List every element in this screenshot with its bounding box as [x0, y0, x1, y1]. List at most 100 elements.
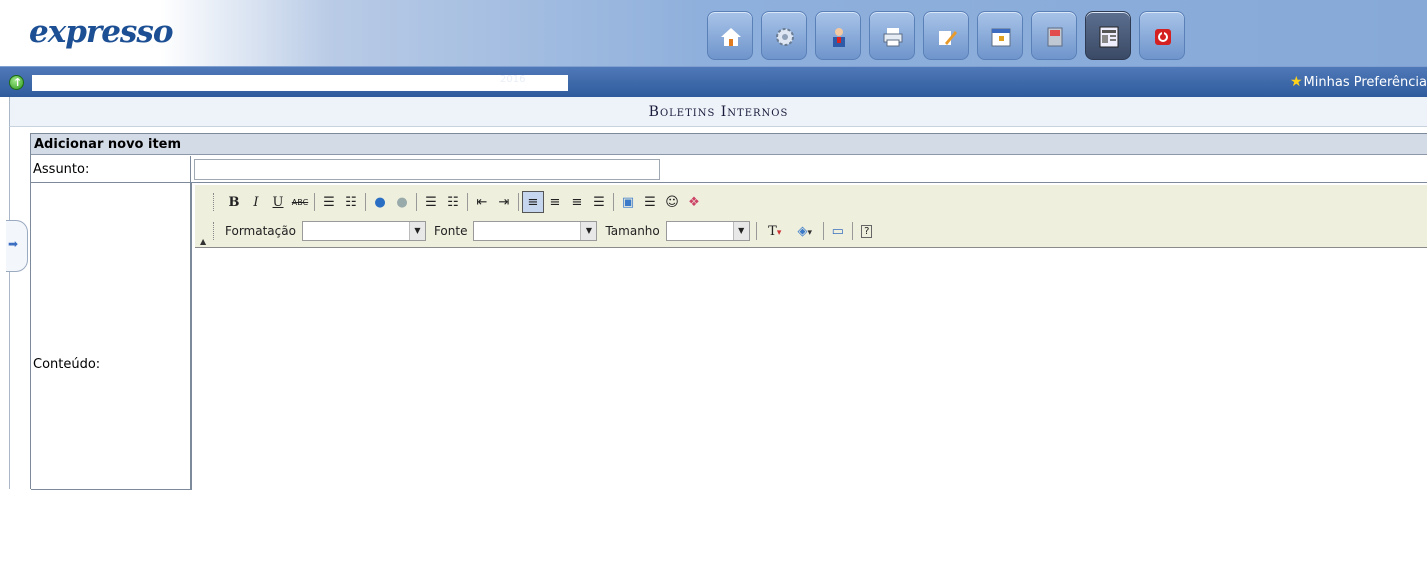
home-icon — [721, 28, 741, 46]
subject-cell — [191, 156, 1427, 183]
user-info-date: 2016 — [500, 74, 526, 85]
separator — [518, 193, 519, 211]
printer-icon — [883, 28, 903, 47]
calendar-icon — [991, 28, 1011, 47]
text-color-icon: T▾ — [768, 223, 782, 239]
collapse-toolbar-icon[interactable]: ▲ — [200, 237, 206, 246]
fill-color-icon: ◈▾ — [797, 223, 813, 239]
form-header-label: Adicionar novo item — [34, 137, 182, 152]
news-icon — [1099, 26, 1119, 48]
logout-button[interactable] — [1139, 11, 1185, 60]
content-label: Conteúdo: — [31, 183, 191, 490]
numbered-list-icon: ☰ — [323, 194, 335, 210]
preferences-label: Minhas Preferência — [1303, 75, 1427, 90]
size-label: Tamanho — [605, 224, 660, 238]
bullet-list-icon: ☷ — [345, 194, 357, 210]
bold-button[interactable]: B — [223, 191, 245, 213]
preferences-link[interactable]: ★Minhas Preferência — [1290, 74, 1427, 90]
justify-button[interactable]: ☰ — [588, 191, 610, 213]
align-center-button[interactable]: ≡ — [544, 191, 566, 213]
separator — [755, 222, 757, 240]
gear-icon — [776, 28, 794, 46]
insert-link-button[interactable]: ● — [369, 191, 391, 213]
numbered-list-button[interactable]: ☰ — [318, 191, 340, 213]
toolbar-grip[interactable] — [213, 193, 217, 211]
unlink-icon: ● — [396, 194, 408, 210]
separator — [416, 193, 417, 211]
edit-icon — [939, 31, 957, 45]
separator — [822, 222, 824, 240]
ordered-list-icon: ☰ — [425, 194, 437, 210]
unordered-list-button[interactable]: ☷ — [442, 191, 464, 213]
font-select[interactable]: ▼ — [473, 221, 598, 241]
print-button[interactable] — [869, 11, 915, 60]
emoticon-button[interactable]: ☺ — [661, 191, 683, 213]
insert-image-button[interactable]: ▣ — [617, 191, 639, 213]
text-color-button[interactable]: T▾ — [760, 220, 790, 242]
font-label: Fonte — [433, 224, 468, 238]
bullet-list-button[interactable]: ☷ — [340, 191, 362, 213]
outdent-icon: ⇤ — [476, 194, 488, 210]
image-icon: ▣ — [621, 194, 635, 210]
editor-content-area[interactable] — [195, 249, 1427, 490]
align-left-button[interactable]: ≡ — [522, 191, 544, 213]
help-icon: ? — [861, 224, 873, 238]
edit-button[interactable] — [923, 11, 969, 60]
logout-icon — [1155, 29, 1171, 45]
separator — [613, 193, 614, 211]
star-icon: ★ — [1289, 74, 1303, 90]
remove-link-button[interactable]: ● — [391, 191, 413, 213]
underline-button[interactable]: U — [267, 191, 289, 213]
justify-icon: ☰ — [593, 194, 605, 210]
horizontal-rule-button[interactable]: ☰ — [639, 191, 661, 213]
format-select[interactable]: ▼ — [301, 221, 426, 241]
book-icon — [1047, 27, 1063, 47]
size-select[interactable]: ▼ — [665, 221, 750, 241]
editor-toolbar-row-2: Formatação ▼ Fonte ▼ Tamanho ▼ T▾ ◈▾ ▭ ? — [213, 219, 878, 243]
form-header: Adicionar novo item — [31, 134, 1427, 155]
special-char-icon: ❖ — [688, 194, 700, 210]
source-button[interactable]: ▭ — [827, 220, 849, 242]
new-item-form: Adicionar novo item Assunto: Conteúdo: ▲… — [30, 133, 1427, 490]
strikethrough-button[interactable]: ABC — [289, 191, 311, 213]
news-button[interactable] — [1085, 11, 1131, 60]
calendar-button[interactable] — [977, 11, 1023, 60]
editor-toolbar-row-1: B I U ABC ☰ ☷ ● ● ☰ ☷ ⇤ ⇥ ≡ ≡ ≡ ☰ ▣ ☰ ☺ … — [213, 190, 705, 214]
home-button[interactable] — [707, 11, 753, 60]
subject-input[interactable] — [194, 159, 660, 180]
app-header: expresso — [0, 0, 1427, 66]
separator — [851, 222, 853, 240]
expand-panel-tab[interactable]: ➡ — [6, 220, 28, 272]
user-bar: ↑ 2016 ★Minhas Preferência — [0, 66, 1427, 97]
chevron-down-icon: ▼ — [732, 222, 749, 240]
arrow-up-icon[interactable]: ↑ — [9, 75, 24, 90]
align-left-icon: ≡ — [527, 194, 539, 210]
align-center-icon: ≡ — [549, 194, 561, 210]
special-char-button[interactable]: ❖ — [683, 191, 705, 213]
ordered-list-button[interactable]: ☰ — [420, 191, 442, 213]
separator — [467, 193, 468, 211]
help-button[interactable]: ? — [856, 220, 878, 242]
book-button[interactable] — [1031, 11, 1077, 60]
italic-button[interactable]: I — [245, 191, 267, 213]
subject-label: Assunto: — [31, 156, 191, 183]
page-title: Boletins Internos — [648, 104, 789, 120]
arrow-right-icon: ➡ — [8, 237, 19, 251]
separator — [314, 193, 315, 211]
align-right-button[interactable]: ≡ — [566, 191, 588, 213]
toolbar-grip[interactable] — [213, 222, 217, 240]
smiley-icon: ☺ — [665, 194, 679, 210]
user-info-redacted — [32, 75, 568, 91]
contacts-button[interactable] — [815, 11, 861, 60]
outdent-button[interactable]: ⇤ — [471, 191, 493, 213]
contacts-icon — [833, 28, 845, 47]
title-band: Boletins Internos — [9, 97, 1427, 127]
link-icon: ● — [374, 194, 386, 210]
indent-button[interactable]: ⇥ — [493, 191, 515, 213]
align-right-icon: ≡ — [571, 194, 583, 210]
settings-button[interactable] — [761, 11, 807, 60]
bg-color-button[interactable]: ◈▾ — [790, 220, 820, 242]
app-logo: expresso — [29, 14, 174, 50]
editor-toolbar: ▲ B I U ABC ☰ ☷ ● ● ☰ ☷ ⇤ ⇥ ≡ ≡ ≡ ☰ ▣ ☰ … — [195, 185, 1427, 248]
indent-icon: ⇥ — [498, 194, 510, 210]
